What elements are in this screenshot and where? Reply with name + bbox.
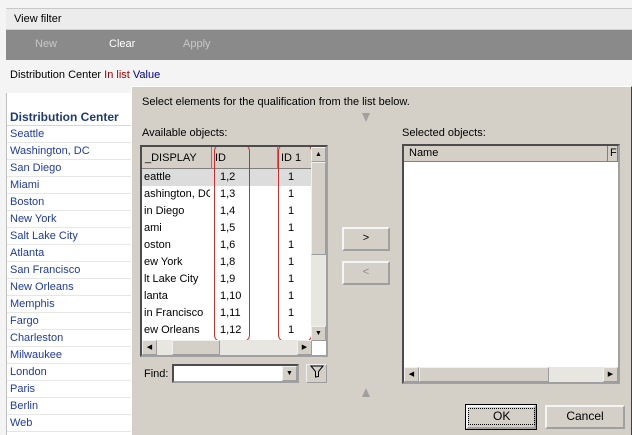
list-item[interactable]: Boston — [7, 194, 136, 211]
list-item[interactable]: Web — [7, 415, 136, 432]
list-item[interactable]: Miami — [7, 177, 136, 194]
horizontal-scrollbar[interactable]: ◀ ▶ — [142, 340, 312, 355]
filter-toolbar: New Clear Apply — [6, 30, 632, 60]
scroll-thumb[interactable] — [311, 162, 326, 255]
funnel-icon — [309, 365, 324, 378]
selected-objects-label: Selected objects: — [402, 127, 486, 139]
column-header-display[interactable]: _DISPLAY — [142, 147, 212, 169]
dialog-instruction: Select elements for the qualification fr… — [142, 96, 410, 108]
list-item[interactable]: Seattle — [7, 126, 136, 143]
cell-display: ashington, DC — [144, 188, 210, 200]
scroll-right-icon[interactable]: ▶ — [603, 367, 618, 382]
list-item[interactable]: Salt Lake City — [7, 228, 136, 245]
column-header-f[interactable]: F — [608, 146, 618, 162]
condition-attribute[interactable]: Distribution Center — [10, 69, 101, 81]
list-item[interactable]: London — [7, 364, 136, 381]
ok-label: OK — [468, 408, 536, 425]
cell-display: eattle — [144, 171, 171, 183]
list-item[interactable]: Berlin — [7, 398, 136, 415]
scroll-thumb[interactable] — [172, 340, 220, 355]
list-item[interactable]: Paris — [7, 381, 136, 398]
scroll-up-icon[interactable]: ▲ — [311, 147, 326, 162]
cancel-button[interactable]: Cancel — [545, 405, 625, 429]
list-header-label: Distribution Center — [10, 110, 119, 124]
condition-value[interactable]: Value — [133, 69, 160, 81]
list-header: Distribution Center — [7, 93, 136, 126]
id1-column-highlight — [278, 147, 312, 342]
list-item[interactable]: New York — [7, 211, 136, 228]
apply-button[interactable]: Apply — [183, 38, 211, 50]
horizontal-scrollbar[interactable]: ◀ ▶ — [404, 367, 618, 382]
cell-display: lanta — [144, 290, 168, 302]
collapse-down-icon[interactable] — [362, 113, 370, 122]
list-item[interactable]: Memphis — [7, 296, 136, 313]
condition-operator[interactable]: In list — [104, 69, 130, 81]
view-filter-title: View filter — [14, 13, 62, 25]
cell-display: ew Orleans — [144, 324, 200, 336]
view-filter-header: View filter — [6, 8, 632, 30]
cell-display: lt Lake City — [144, 273, 199, 285]
cell-display: in Francisco — [144, 307, 204, 319]
chevron-down-icon[interactable]: ▼ — [282, 366, 297, 381]
cell-display: ew York — [144, 256, 183, 268]
cell-display: oston — [144, 239, 171, 251]
list-item[interactable]: Charleston — [7, 330, 136, 347]
ok-button[interactable]: OK — [465, 404, 537, 430]
remove-button[interactable]: < — [342, 261, 390, 285]
element-selection-dialog: Select elements for the qualification fr… — [131, 86, 632, 435]
cell-display: ami — [144, 222, 162, 234]
list-item[interactable]: Fargo — [7, 313, 136, 330]
scroll-right-icon[interactable]: ▶ — [297, 340, 312, 355]
selected-objects-grid[interactable]: Name F ◀ ▶ — [402, 144, 620, 384]
list-item[interactable]: Atlanta — [7, 245, 136, 262]
filter-icon[interactable] — [306, 364, 327, 383]
available-objects-grid[interactable]: _DISPLAY ID ID 1 eattle 1,2 1 ashington,… — [140, 145, 328, 357]
scroll-down-icon[interactable]: ▼ — [311, 326, 326, 341]
list-item[interactable]: San Francisco — [7, 262, 136, 279]
distribution-center-list: Distribution Center Seattle Washington, … — [6, 93, 136, 435]
list-item[interactable]: San Diego — [7, 160, 136, 177]
find-input[interactable]: ▼ — [172, 364, 299, 383]
clear-button[interactable]: Clear — [109, 38, 135, 50]
filter-condition: Distribution Center In list Value — [10, 69, 160, 81]
cell-display: in Diego — [144, 205, 185, 217]
scroll-thumb[interactable] — [419, 367, 549, 382]
scroll-left-icon[interactable]: ◀ — [404, 367, 419, 382]
find-label: Find: — [144, 368, 169, 380]
add-button[interactable]: > — [342, 227, 390, 251]
list-item[interactable]: New Orleans — [7, 279, 136, 296]
collapse-up-icon[interactable] — [362, 388, 370, 397]
scroll-left-icon[interactable]: ◀ — [142, 340, 157, 355]
column-header-name[interactable]: Name — [404, 146, 608, 162]
vertical-scrollbar[interactable]: ▲ ▼ — [311, 147, 326, 341]
available-objects-label: Available objects: — [142, 127, 228, 139]
id-column-highlight — [214, 147, 250, 342]
list-item[interactable]: Milwaukee — [7, 347, 136, 364]
list-item[interactable]: Washington, DC — [7, 143, 136, 160]
new-button[interactable]: New — [35, 38, 57, 50]
